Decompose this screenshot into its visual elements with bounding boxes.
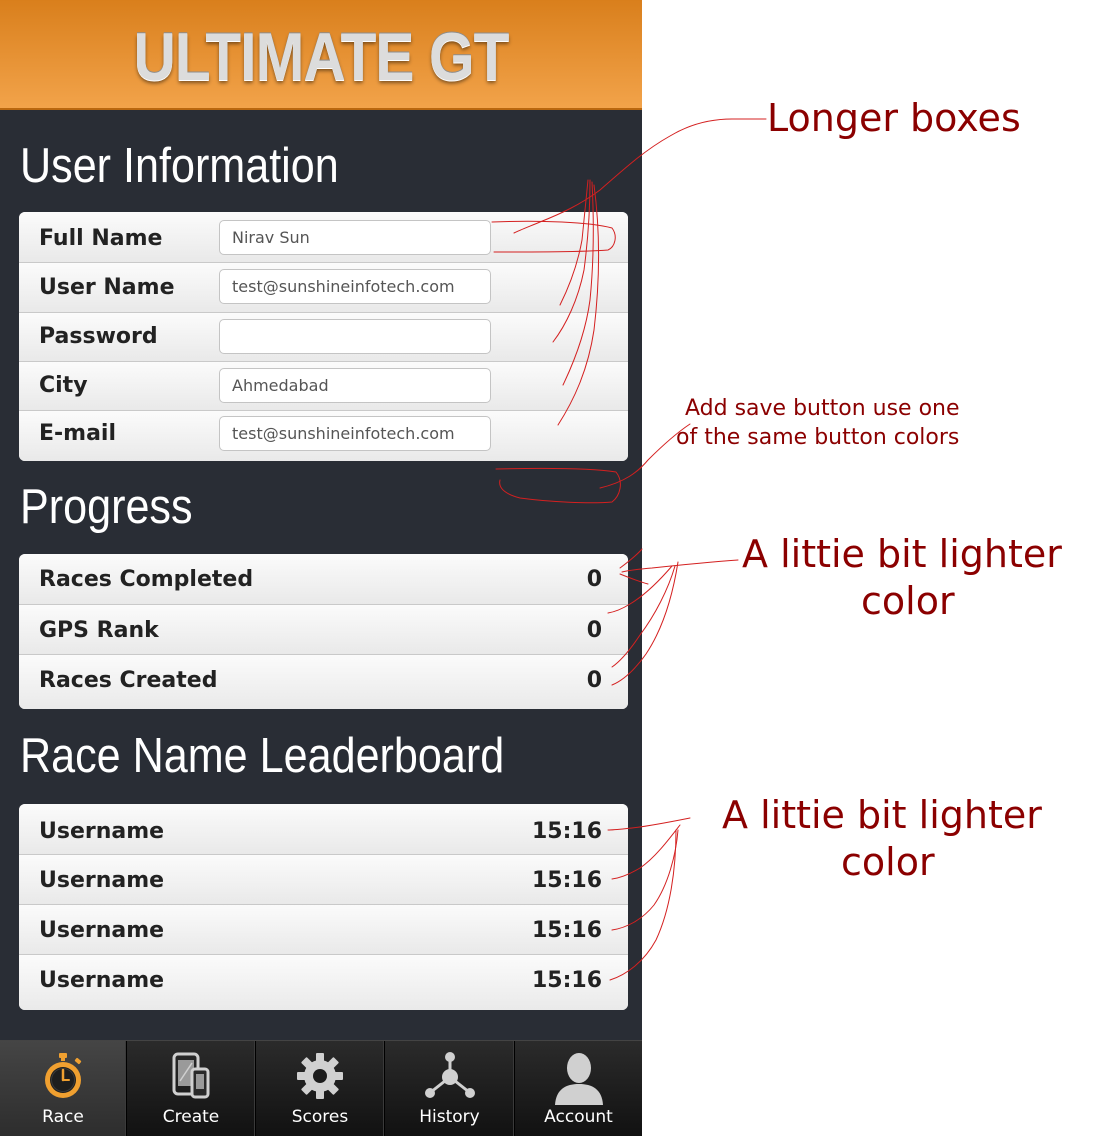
user-name-field[interactable]: [219, 269, 491, 304]
city-label: City: [39, 373, 88, 398]
note-save-button-line1: Add save button use one: [685, 396, 960, 421]
user-info-title: User Information: [20, 139, 339, 193]
leaderboard-username: Username: [39, 968, 165, 993]
devices-icon: [127, 1051, 255, 1105]
app-screen: ULTIMATE GT User Information Full Name U…: [0, 0, 642, 1136]
leaderboard-row[interactable]: Username 15:16: [19, 905, 628, 955]
stopwatch-icon: [0, 1051, 126, 1105]
note-save-button-line2: of the same button colors: [676, 425, 960, 450]
progress-row: Races Created 0: [19, 655, 628, 709]
leaderboard-row[interactable]: Username 15:16: [19, 804, 628, 855]
note-lighter-color-1-line2: color: [861, 579, 955, 623]
tab-history[interactable]: History: [385, 1041, 515, 1136]
full-name-label: Full Name: [39, 226, 163, 251]
gear-icon: [256, 1051, 384, 1105]
password-label: Password: [39, 324, 158, 349]
gps-rank-value: 0: [586, 618, 602, 643]
tab-race[interactable]: Race: [0, 1041, 127, 1136]
progress-row: Races Completed 0: [19, 554, 628, 605]
form-row-email: E-mail: [19, 411, 628, 461]
races-completed-value: 0: [586, 567, 602, 592]
email-label: E-mail: [39, 421, 117, 446]
full-name-field[interactable]: [219, 220, 491, 255]
leaderboard-time: 15:16: [531, 819, 602, 844]
app-title: ULTIMATE GT: [133, 19, 510, 95]
races-created-value: 0: [586, 668, 602, 693]
leaderboard-row[interactable]: Username 15:16: [19, 955, 628, 1010]
note-lighter-color-2-line1: A littie bit lighter: [722, 793, 1042, 837]
user-name-label: User Name: [39, 275, 175, 300]
app-header: ULTIMATE GT: [0, 0, 642, 110]
form-row-city: City: [19, 362, 628, 411]
leaderboard-title: Race Name Leaderboard: [20, 729, 505, 783]
note-lighter-color-2-line2: color: [841, 840, 935, 884]
leaderboard-username: Username: [39, 918, 165, 943]
leaderboard-time: 15:16: [531, 918, 602, 943]
progress-row: GPS Rank 0: [19, 605, 628, 655]
tab-create[interactable]: Create: [127, 1041, 256, 1136]
tab-account-label: Account: [544, 1107, 613, 1127]
note-lighter-color-1-line1: A littie bit lighter: [742, 532, 1062, 576]
races-completed-label: Races Completed: [39, 567, 254, 592]
leaderboard-username: Username: [39, 868, 165, 893]
form-row-user-name: User Name: [19, 263, 628, 313]
races-created-label: Races Created: [39, 668, 218, 693]
city-field[interactable]: [219, 368, 491, 403]
form-row-password: Password: [19, 313, 628, 362]
tab-bar: Race Create Scores History Account: [0, 1040, 642, 1136]
tab-race-label: Race: [42, 1107, 84, 1127]
tab-account[interactable]: Account: [515, 1041, 642, 1136]
leaderboard-username: Username: [39, 819, 165, 844]
user-info-card: Full Name User Name Password City E-mail: [19, 212, 628, 461]
tab-scores-label: Scores: [291, 1107, 349, 1127]
tab-history-label: History: [419, 1107, 480, 1127]
gps-rank-label: GPS Rank: [39, 618, 159, 643]
progress-title: Progress: [20, 480, 193, 534]
leaderboard-time: 15:16: [531, 968, 602, 993]
tab-scores[interactable]: Scores: [256, 1041, 385, 1136]
leaderboard-row[interactable]: Username 15:16: [19, 855, 628, 905]
password-field[interactable]: [219, 319, 491, 354]
tab-create-label: Create: [162, 1107, 220, 1127]
note-longer-boxes: Longer boxes: [767, 96, 1021, 140]
network-icon: [385, 1051, 514, 1105]
leaderboard-card: Username 15:16 Username 15:16 Username 1…: [19, 804, 628, 1010]
form-row-full-name: Full Name: [19, 212, 628, 263]
user-icon: [515, 1051, 642, 1109]
leaderboard-time: 15:16: [531, 868, 602, 893]
progress-card: Races Completed 0 GPS Rank 0 Races Creat…: [19, 554, 628, 709]
email-field[interactable]: [219, 416, 491, 451]
